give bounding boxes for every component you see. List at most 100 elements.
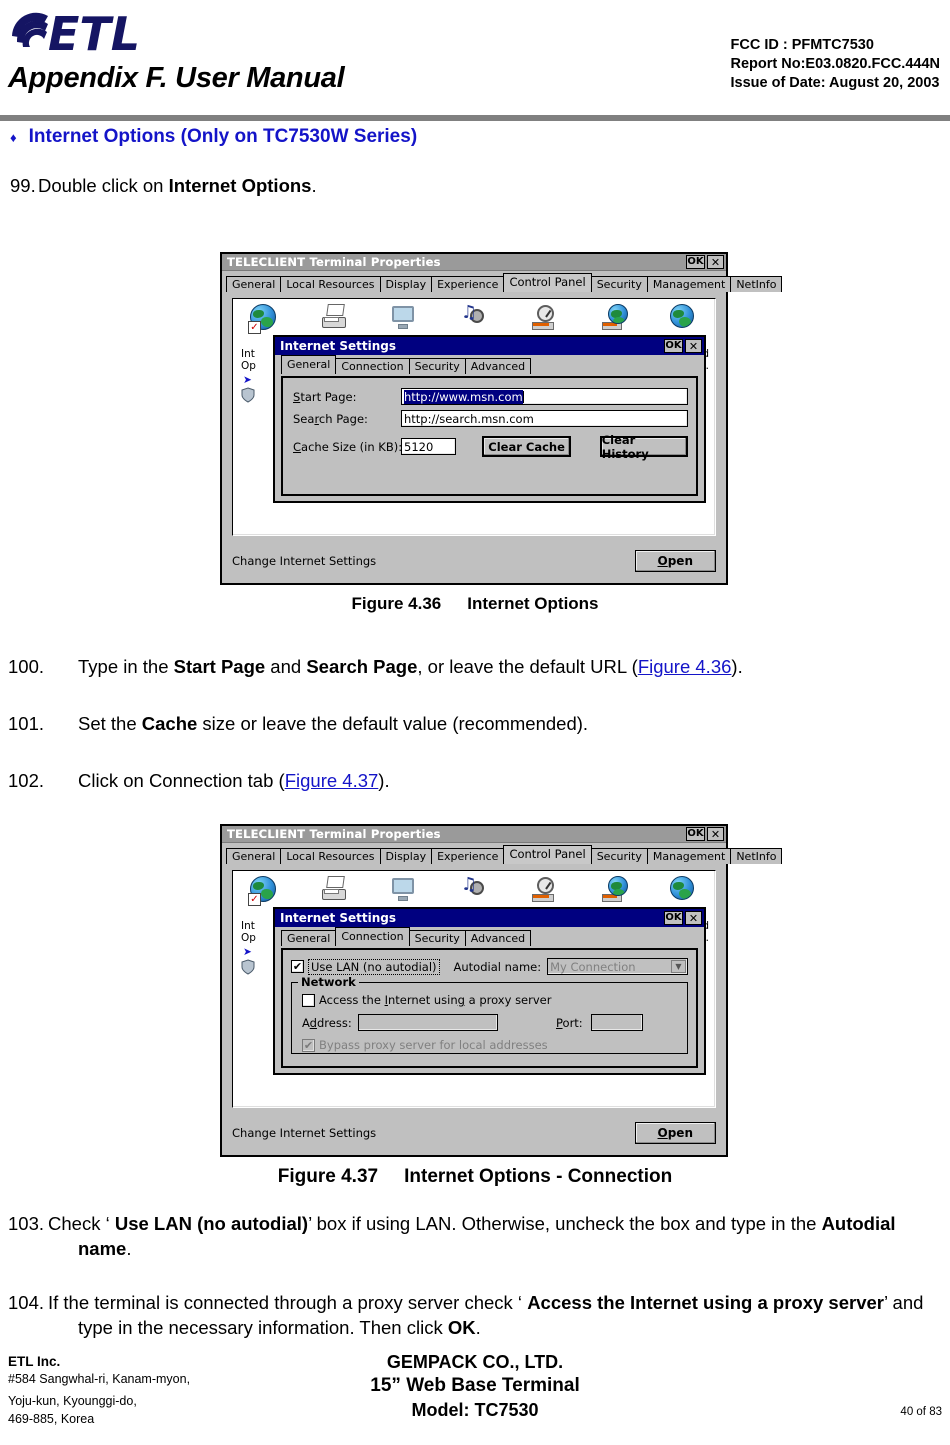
- step-103-text-e: .: [126, 1237, 132, 1259]
- cp-item-network-dialup-2[interactable]: [593, 876, 637, 902]
- tab-netinfo-2[interactable]: NetInfo: [730, 848, 783, 864]
- internet-options-icon-2[interactable]: ✓: [248, 876, 280, 906]
- cp-item-internet-options-2[interactable]: ✓: [243, 876, 287, 906]
- internet-options-icon[interactable]: ✓: [248, 304, 280, 334]
- date-time-icon-2[interactable]: [531, 876, 559, 902]
- tab-display[interactable]: Display: [379, 276, 433, 292]
- internet-settings-tabstrip[interactable]: General Connection Security Advanced: [275, 355, 704, 374]
- window-tabstrip[interactable]: General Local Resources Display Experien…: [222, 271, 783, 292]
- proxy-address-row: Address: Port:: [302, 1014, 679, 1031]
- internet-settings-ok-button[interactable]: OK: [664, 339, 683, 353]
- internet-settings-ok-button-2[interactable]: OK: [664, 911, 683, 925]
- internet-settings-dialog-connection[interactable]: Internet Settings OK ✕ General Connectio…: [273, 907, 706, 1075]
- tab-management-2[interactable]: Management: [646, 848, 732, 864]
- issue-date: Issue of Date: August 20, 2003: [730, 75, 940, 92]
- proxy-address-input[interactable]: [358, 1014, 498, 1031]
- window-ok-button-2[interactable]: OK: [686, 827, 705, 841]
- tab-control-panel[interactable]: Control Panel: [503, 273, 592, 292]
- open-button[interactable]: Open: [634, 550, 716, 572]
- window-ok-button[interactable]: OK: [686, 255, 705, 269]
- cp-item-date-time-2[interactable]: [523, 876, 567, 902]
- internet-settings-dialog-general[interactable]: Internet Settings OK ✕ General Connectio…: [273, 335, 706, 503]
- settings-tab-general-2[interactable]: General: [281, 930, 337, 946]
- step-104-text-a: If the terminal is connected through a p…: [48, 1292, 528, 1313]
- teleclient-terminal-properties-window-general[interactable]: TELECLIENT Terminal Properties OK ✕ Gene…: [220, 252, 783, 585]
- tab-control-panel-2[interactable]: Control Panel: [503, 845, 592, 864]
- tab-security-2[interactable]: Security: [590, 848, 648, 864]
- tab-general[interactable]: General: [226, 276, 282, 292]
- date-time-icon[interactable]: [531, 304, 559, 330]
- use-lan-checkbox[interactable]: ✔: [291, 960, 304, 973]
- cp-item-volume-sounds[interactable]: ♫: [453, 304, 497, 330]
- footer-page-number: 40 of 83: [900, 1406, 942, 1418]
- settings-tab-connection-2[interactable]: Connection: [335, 927, 410, 946]
- settings-tab-general[interactable]: General: [281, 355, 337, 374]
- display-icon[interactable]: [391, 304, 419, 330]
- printer-icon-2[interactable]: [320, 876, 350, 902]
- cp-item-printer[interactable]: [313, 304, 357, 330]
- volume-sounds-icon-2[interactable]: ♫: [461, 876, 489, 902]
- fcc-id: FCC ID : PFMTC7530: [730, 37, 874, 53]
- tab-general-2[interactable]: General: [226, 848, 282, 864]
- network-dialup-icon-2[interactable]: [601, 876, 629, 902]
- control-panel-icon-row[interactable]: ✓ ♫: [233, 299, 715, 334]
- tab-experience[interactable]: Experience: [431, 276, 505, 292]
- tab-experience-2[interactable]: Experience: [431, 848, 505, 864]
- display-icon-2[interactable]: [391, 876, 419, 902]
- window-close-icon[interactable]: ✕: [707, 255, 724, 269]
- start-page-input[interactable]: http://www.msn.com: [401, 388, 688, 405]
- cp-item-date-time[interactable]: [523, 304, 567, 330]
- volume-sounds-icon[interactable]: ♫: [461, 304, 489, 330]
- cp-item-internet-options[interactable]: ✓: [243, 304, 287, 334]
- cache-size-input[interactable]: 5120: [401, 438, 457, 455]
- tab-local-resources[interactable]: Local Resources: [280, 276, 381, 292]
- internet-settings-close-icon[interactable]: ✕: [685, 339, 702, 353]
- teleclient-terminal-properties-window-connection[interactable]: TELECLIENT Terminal Properties OK ✕ Gene…: [220, 824, 783, 1157]
- cp-item-display[interactable]: [383, 304, 427, 330]
- network-dialup-icon[interactable]: [601, 304, 629, 330]
- settings-tab-security-2[interactable]: Security: [408, 930, 466, 946]
- section-heading: ♦ Internet Options (Only on TC7530W Seri…: [10, 126, 417, 148]
- settings-tab-connection[interactable]: Connection: [335, 358, 410, 374]
- cp-item-network-dialup[interactable]: [593, 304, 637, 330]
- figure-4-37-link[interactable]: Figure 4.37: [285, 770, 379, 791]
- chevron-down-icon[interactable]: ▼: [671, 960, 686, 973]
- window-tabstrip-2[interactable]: General Local Resources Display Experien…: [222, 843, 783, 864]
- settings-tab-security[interactable]: Security: [408, 358, 466, 374]
- internet-settings-close-icon-2[interactable]: ✕: [685, 911, 702, 925]
- control-panel-icon-row-2[interactable]: ✓ ♫: [233, 871, 715, 906]
- figure-4-36-link[interactable]: Figure 4.36: [638, 656, 732, 677]
- tab-display-2[interactable]: Display: [379, 848, 433, 864]
- cp-item-system-globe-2[interactable]: [663, 876, 707, 906]
- system-globe-icon-2[interactable]: [670, 876, 700, 906]
- window-close-icon-2[interactable]: ✕: [707, 827, 724, 841]
- tab-security[interactable]: Security: [590, 276, 648, 292]
- open-button-2[interactable]: Open: [634, 1122, 716, 1144]
- cp-item-display-2[interactable]: [383, 876, 427, 902]
- behind-label-1: Int: [241, 348, 255, 360]
- cp-item-printer-2[interactable]: [313, 876, 357, 902]
- footer-gempack: GEMPACK CO., LTD.: [386, 1352, 564, 1372]
- step-100-bold-start-page: Start Page: [173, 656, 266, 677]
- bypass-proxy-checkbox[interactable]: ✔: [302, 1038, 315, 1052]
- clear-history-button[interactable]: Clear History: [599, 433, 688, 461]
- use-proxy-checkbox[interactable]: [302, 993, 315, 1007]
- printer-icon[interactable]: [320, 304, 350, 330]
- tab-management[interactable]: Management: [646, 276, 732, 292]
- settings-tab-advanced-2[interactable]: Advanced: [464, 930, 532, 946]
- system-globe-icon[interactable]: [670, 304, 700, 334]
- network-groupbox: Network Access the Internet using a prox…: [291, 975, 688, 1054]
- proxy-port-input[interactable]: [590, 1014, 643, 1031]
- tab-local-resources-2[interactable]: Local Resources: [280, 848, 381, 864]
- step-101-bold-cache: Cache: [141, 713, 198, 734]
- clear-cache-button[interactable]: Clear Cache: [482, 436, 571, 457]
- diamond-bullet-icon: ♦: [10, 129, 17, 145]
- tab-netinfo[interactable]: NetInfo: [730, 276, 783, 292]
- settings-tab-advanced[interactable]: Advanced: [464, 358, 532, 374]
- cp-item-volume-sounds-2[interactable]: ♫: [453, 876, 497, 902]
- internet-settings-tabstrip-2[interactable]: General Connection Security Advanced: [275, 927, 704, 946]
- autodial-name-combobox[interactable]: My Connection ▼: [547, 958, 688, 975]
- cp-item-system-globe[interactable]: [663, 304, 707, 334]
- search-page-input[interactable]: http://search.msn.com: [401, 410, 688, 427]
- fcc-info-block: FCC ID : PFMTC7530 Report No:E03.0820.FC…: [730, 36, 940, 93]
